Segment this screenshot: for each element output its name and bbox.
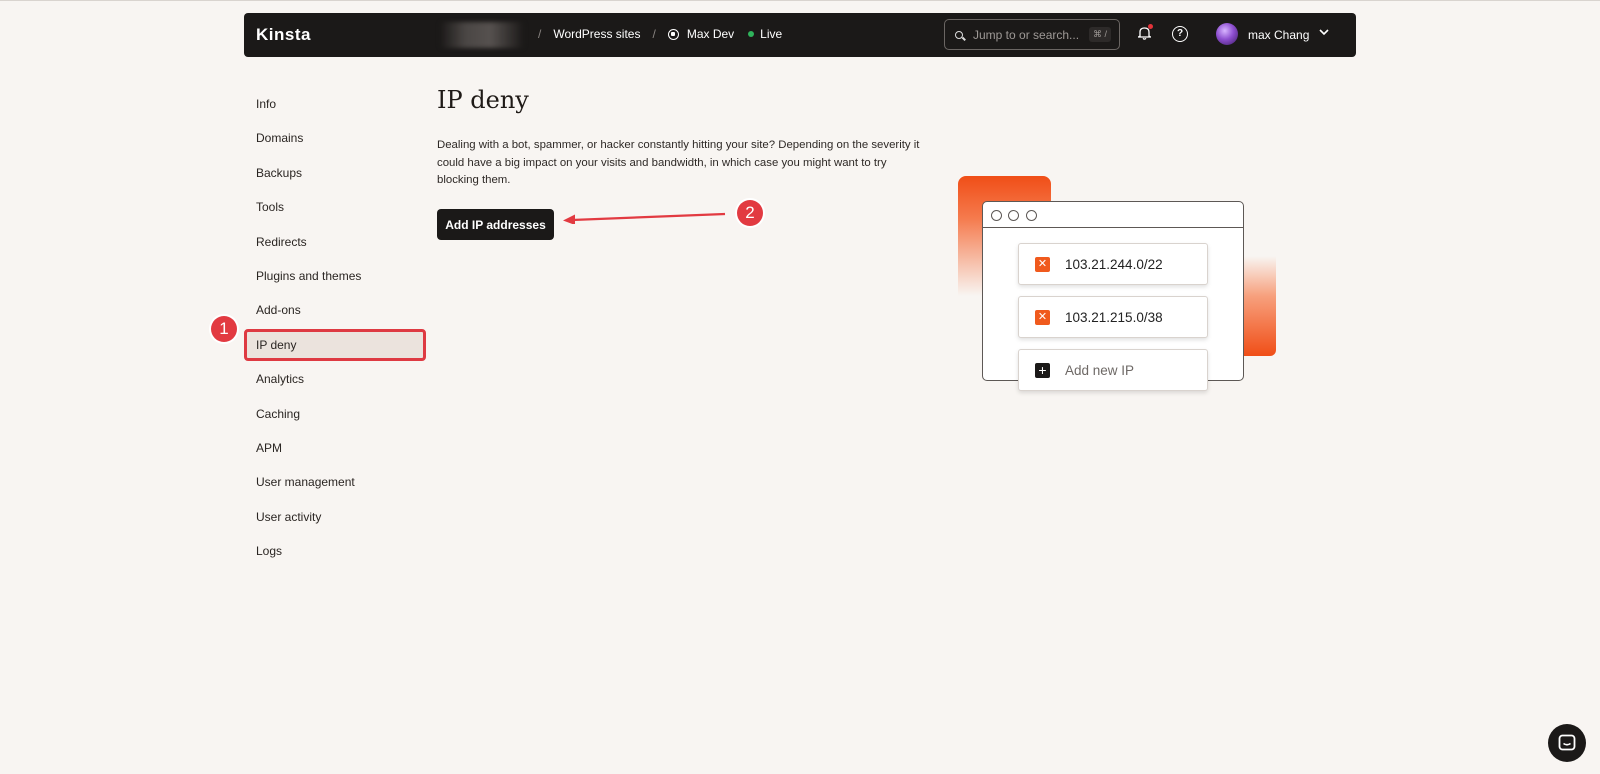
ip-card-2: ✕ 103.21.215.0/38 [1018, 296, 1208, 338]
sidebar-item-user-management[interactable]: User management [244, 466, 426, 498]
sidebar-item-tools[interactable]: Tools [244, 191, 426, 223]
add-ip-addresses-button[interactable]: Add IP addresses [437, 209, 554, 240]
chat-icon [1558, 734, 1576, 751]
add-new-ip-card: + Add new IP [1018, 349, 1208, 391]
kinsta-logo[interactable]: Kinsta [256, 25, 311, 45]
callout-badge-1: 1 [211, 316, 237, 342]
ip-address-text: 103.21.244.0/22 [1065, 256, 1163, 272]
live-status-dot-icon [748, 31, 755, 37]
chevron-down-icon[interactable] [1318, 26, 1330, 38]
callout-badge-2: 2 [737, 200, 763, 226]
page-description: Dealing with a bot, spammer, or hacker c… [437, 139, 920, 186]
sidebar-item-ip-deny[interactable]: IP deny [244, 328, 426, 361]
user-name[interactable]: max Chang [1248, 28, 1309, 42]
ip-address-text: 103.21.215.0/38 [1065, 309, 1163, 325]
notification-badge-icon [1148, 24, 1153, 29]
breadcrumb-site-name[interactable]: Max Dev [687, 27, 734, 41]
add-new-ip-label: Add new IP [1065, 362, 1135, 378]
breadcrumb-wordpress-sites[interactable]: WordPress sites [553, 27, 640, 41]
sidebar-item-info[interactable]: Info [244, 88, 426, 120]
top-divider [0, 0, 1600, 1]
close-icon: ✕ [1035, 256, 1050, 272]
breadcrumb-separator: / [652, 27, 656, 41]
callout-arrow-icon [563, 212, 726, 224]
window-titlebar [983, 202, 1243, 228]
search-shortcut-hint: ⌘ / [1088, 27, 1111, 42]
breadcrumb-separator: / [538, 27, 542, 41]
sidebar-item-analytics[interactable]: Analytics [244, 363, 426, 395]
ip-deny-illustration: ✕ 103.21.244.0/22 ✕ 103.21.215.0/38 + Ad… [958, 176, 1278, 416]
breadcrumb-environment[interactable]: Live [760, 27, 782, 41]
company-breadcrumb-blurred[interactable] [440, 22, 524, 48]
sidebar-item-redirects[interactable]: Redirects [244, 226, 426, 258]
sidebar-item-apm[interactable]: APM [244, 432, 426, 464]
sidebar-item-plugins-and-themes[interactable]: Plugins and themes [244, 260, 426, 292]
page-title: IP deny [437, 86, 529, 114]
sidebar-item-user-activity[interactable]: User activity [244, 501, 426, 533]
sidebar-item-domains[interactable]: Domains [244, 122, 426, 154]
sidebar-item-add-ons[interactable]: Add-ons [244, 294, 426, 326]
search-input[interactable] [973, 27, 1085, 42]
close-icon: ✕ [1035, 309, 1050, 325]
window-dot-icon [991, 210, 1002, 221]
top-bar: Kinsta / WordPress sites / Max Dev Live … [244, 13, 1356, 57]
help-icon[interactable]: ? [1172, 26, 1188, 42]
sidebar-item-caching[interactable]: Caching [244, 398, 426, 430]
chat-launcher-button[interactable] [1548, 724, 1586, 762]
window-dot-icon [1008, 210, 1020, 221]
search-box[interactable]: ⌘ / [944, 19, 1120, 50]
window-dot-icon [1025, 210, 1037, 221]
avatar[interactable] [1216, 23, 1238, 45]
ip-card-1: ✕ 103.21.244.0/22 [1018, 243, 1208, 285]
sidebar-item-logs[interactable]: Logs [244, 535, 426, 567]
wordpress-icon [667, 28, 679, 40]
breadcrumb: / WordPress sites / Max Dev Live [526, 27, 782, 41]
search-icon [955, 30, 963, 39]
sidebar-nav: Info Domains Backups Tools Redirects Plu… [244, 88, 426, 569]
plus-icon: + [1035, 362, 1050, 378]
sidebar-item-backups[interactable]: Backups [244, 157, 426, 189]
